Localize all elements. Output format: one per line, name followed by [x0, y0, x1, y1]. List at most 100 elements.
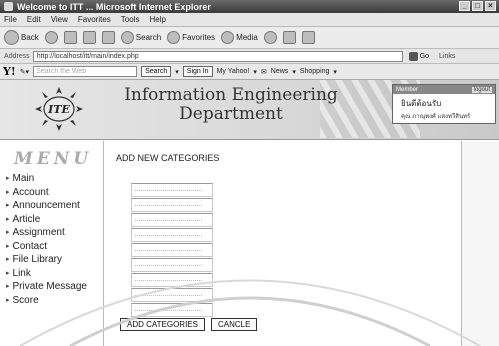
dropdown-arrow-icon[interactable]: ▾ [292, 68, 296, 76]
pencil-icon[interactable]: ✎▾ [20, 68, 29, 76]
sidebar-item-label: Link [12, 267, 31, 279]
minimize-button[interactable]: _ [459, 1, 470, 11]
sidebar-item-main[interactable]: ▸ Main [6, 172, 87, 186]
browser-toolbar: Back Search Favorites Media [0, 27, 499, 49]
window-title-bar: Welcome to ITT ... Microsoft Internet Ex… [0, 0, 499, 13]
yahoo-search-button[interactable]: Search [141, 66, 172, 77]
bullet-icon: ▸ [6, 269, 10, 277]
add-categories-button[interactable]: ADD CATEGORIES [120, 318, 205, 331]
yahoo-signin-button[interactable]: Sign In [182, 66, 213, 77]
stop-button[interactable] [63, 31, 77, 44]
news-link[interactable]: News [271, 68, 289, 75]
dropdown-arrow-icon[interactable]: ▾ [253, 68, 257, 76]
menu-help[interactable]: Help [149, 15, 165, 24]
yahoo-toolbar: Y! ✎▾ Search the Web Search ▾ Sign In My… [0, 64, 499, 80]
home-icon [101, 31, 115, 44]
logo-text: ITE [47, 103, 70, 116]
logout-button[interactable]: logout [471, 86, 492, 93]
user-panel: Member logout ยินดีต้อนรับ คุณ ภาณุพงศ์ … [392, 84, 496, 124]
sidebar-item-contact[interactable]: ▸ Contact [6, 240, 87, 254]
bullet-icon: ▸ [6, 202, 10, 209]
sidebar-item-label: Account [12, 186, 49, 198]
menu-favorites[interactable]: Favorites [78, 15, 111, 24]
yahoo-logo[interactable]: Y! [3, 65, 16, 78]
department-title: Information Engineering Department [116, 86, 346, 124]
sidebar-item-score[interactable]: ▸ Score [6, 294, 87, 308]
back-button[interactable]: Back [4, 30, 39, 45]
sidebar-item-assignment[interactable]: ▸ Assignment [6, 226, 87, 240]
sidebar-item-label: File Library [12, 254, 62, 265]
department-title-line1: Information Engineering [124, 85, 338, 105]
web-page: ITE Information Engineering Department M… [0, 80, 499, 346]
maximize-button[interactable]: □ [472, 1, 483, 11]
menu-file[interactable]: File [4, 15, 17, 24]
address-input[interactable]: http://localhost/itt/main/index.php [32, 50, 403, 62]
menu-tools[interactable]: Tools [121, 15, 140, 24]
stop-icon [63, 31, 77, 44]
print-button[interactable] [301, 31, 315, 44]
department-logo: ITE [35, 87, 83, 131]
links-label[interactable]: Links [439, 53, 455, 60]
sidebar-item-announcement[interactable]: ▸ Announcement [6, 199, 87, 213]
sidebar-item-file-library[interactable]: ▸ File Library [6, 253, 87, 267]
department-title-line2: Department [179, 104, 283, 124]
sidebar-item-label: Assignment [12, 227, 65, 238]
media-label: Media [236, 33, 258, 42]
sidebar-item-label: Article [12, 213, 41, 225]
main-content: ADD NEW CATEGORIES ADD CATEGORIES CANCLE [104, 141, 462, 346]
category-field[interactable] [131, 258, 213, 272]
search-icon [120, 31, 134, 44]
sidebar-item-private-message[interactable]: ▸ Private Message [6, 280, 87, 294]
forward-button[interactable] [44, 31, 58, 44]
mail-button[interactable] [282, 31, 296, 44]
refresh-icon [82, 31, 96, 44]
cancel-button[interactable]: CANCLE [210, 318, 258, 331]
bullet-icon: ▸ [6, 229, 10, 236]
page-title: ADD NEW CATEGORIES [116, 153, 220, 163]
site-banner: ITE Information Engineering Department M… [0, 80, 499, 140]
history-button[interactable] [263, 31, 277, 44]
sidebar-menu: ▸ Main ▸ Account ▸ Announcement ▸ Article ▸ A… [6, 172, 87, 307]
refresh-button[interactable] [82, 31, 96, 44]
category-field[interactable] [131, 273, 213, 287]
search-button[interactable]: Search [120, 31, 161, 44]
go-button[interactable]: Go [408, 51, 429, 61]
sidebar-item-link[interactable]: ▸ Link [6, 267, 87, 281]
bullet-icon: ▸ [6, 283, 10, 290]
right-margin [462, 141, 499, 346]
my-yahoo-link[interactable]: My Yahoo! [217, 68, 250, 75]
bullet-icon: ▸ [6, 175, 10, 182]
back-arrow-icon [4, 30, 19, 45]
category-field[interactable] [131, 303, 213, 317]
sidebar-item-label: Main [12, 173, 35, 184]
user-panel-title: Member [396, 86, 419, 93]
sidebar-item-article[interactable]: ▸ Article [6, 213, 87, 227]
favorites-label: Favorites [182, 33, 216, 42]
close-button[interactable]: × [485, 1, 496, 11]
history-icon [263, 31, 277, 44]
sidebar-item-label: Announcement [12, 200, 80, 211]
star-icon [167, 31, 181, 44]
dropdown-arrow-icon[interactable]: ▾ [175, 68, 179, 76]
user-name: คุณ ภาณุพงศ์ แสงทวีสินทร์ [401, 114, 471, 120]
category-field[interactable] [131, 198, 213, 212]
category-field[interactable] [131, 228, 213, 242]
category-field[interactable] [131, 243, 213, 257]
category-field[interactable] [131, 288, 213, 302]
home-button[interactable] [101, 31, 115, 44]
welcome-text: ยินดีต้อนรับ [401, 99, 442, 108]
media-button[interactable]: Media [221, 31, 258, 44]
menu-view[interactable]: View [51, 15, 68, 24]
sidebar-item-label: Private Message [12, 281, 87, 292]
go-arrow-icon [408, 51, 418, 61]
shopping-link[interactable]: Shopping [300, 68, 330, 75]
yahoo-search-input[interactable]: Search the Web [33, 66, 138, 77]
favorites-button[interactable]: Favorites [167, 31, 215, 44]
envelope-icon[interactable]: ✉ [261, 68, 267, 76]
sidebar-item-account[interactable]: ▸ Account [6, 186, 87, 200]
category-field[interactable] [131, 213, 213, 227]
menu-edit[interactable]: Edit [27, 15, 41, 24]
internet-explorer-icon [4, 2, 13, 11]
dropdown-arrow-icon[interactable]: ▾ [333, 68, 337, 76]
category-field[interactable] [131, 183, 213, 197]
